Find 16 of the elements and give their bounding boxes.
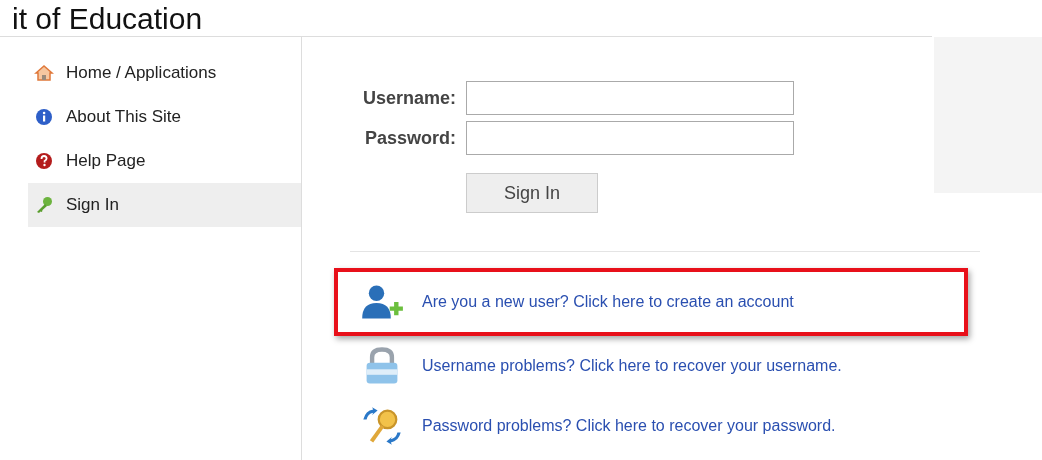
field-label: Password: bbox=[363, 127, 456, 149]
sign-in-button[interactable]: Sign In bbox=[466, 173, 598, 213]
link[interactable]: Are you a new user? Click here to create an account bbox=[422, 293, 794, 311]
page-title: it of Education bbox=[12, 2, 203, 36]
link[interactable]: Password problems? Click here to recover your password. bbox=[422, 417, 836, 435]
input-field[interactable] bbox=[466, 81, 794, 115]
link[interactable]: Username problems? Click here to recover your username. bbox=[422, 357, 842, 375]
house-icon bbox=[34, 63, 54, 83]
input-field[interactable] bbox=[466, 121, 794, 155]
sidebar-item[interactable]: Home / Applications bbox=[28, 51, 301, 95]
field-label: Username: bbox=[361, 87, 456, 109]
sidebar-item[interactable]: About This Site bbox=[28, 95, 301, 139]
sidebar-item[interactable]: Sign In bbox=[28, 183, 301, 227]
help-icon bbox=[34, 151, 54, 171]
info-icon bbox=[34, 107, 54, 127]
sidebar-item[interactable]: Help Page bbox=[28, 139, 301, 183]
